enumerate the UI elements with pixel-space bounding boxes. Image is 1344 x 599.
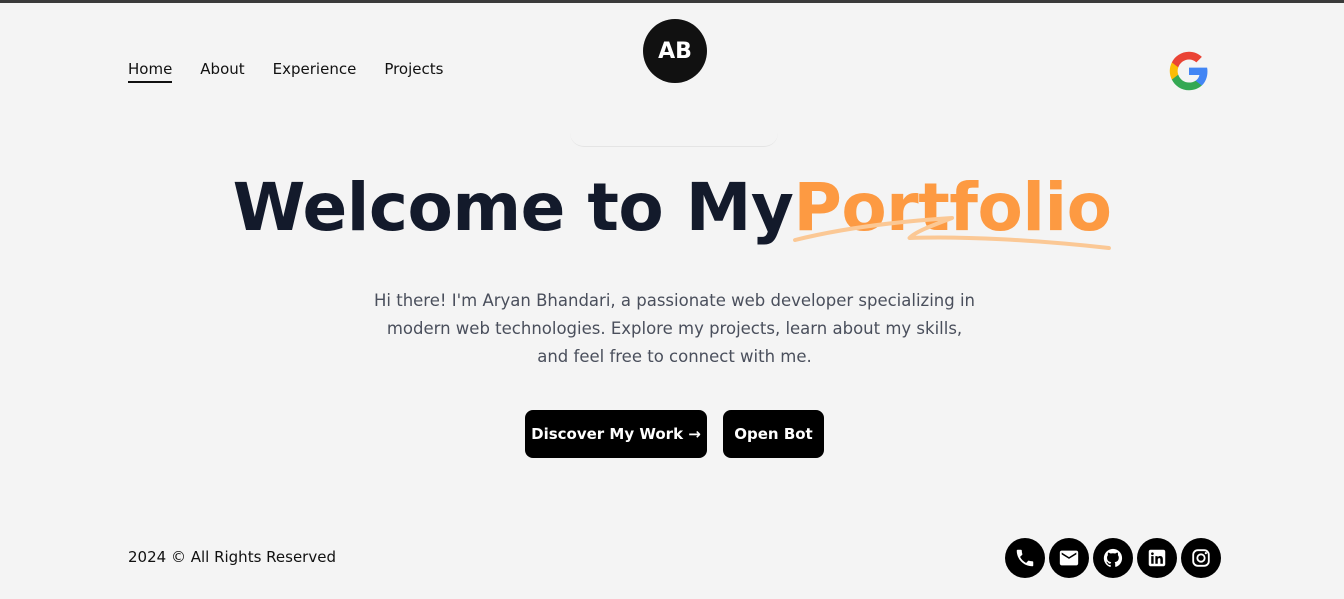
hero-title-main: Welcome to My <box>232 169 794 246</box>
hero-title-accent: Portfolio <box>793 168 1112 250</box>
copyright-text: 2024 © All Rights Reserved <box>128 548 336 566</box>
google-button[interactable] <box>1168 50 1210 92</box>
social-links <box>1005 538 1221 578</box>
phone-link[interactable] <box>1005 538 1045 578</box>
logo-initials: AB <box>658 38 692 64</box>
google-g-icon <box>1169 51 1208 91</box>
nav-about-link[interactable]: About <box>200 60 244 83</box>
email-link[interactable] <box>1049 538 1089 578</box>
site-logo[interactable]: AB <box>643 19 707 83</box>
github-link[interactable] <box>1093 538 1133 578</box>
instagram-link[interactable] <box>1181 538 1221 578</box>
nav-home-link[interactable]: Home <box>128 60 173 83</box>
open-bot-button[interactable]: Open Bot <box>723 410 824 458</box>
linkedin-link[interactable] <box>1137 538 1177 578</box>
github-icon <box>1103 548 1123 568</box>
top-border <box>0 0 1344 3</box>
main-nav: Home About Experience Projects <box>128 60 443 83</box>
discover-work-button[interactable]: Discover My Work → <box>525 410 707 458</box>
nav-experience-link[interactable]: Experience <box>273 60 357 83</box>
mail-icon <box>1059 550 1079 566</box>
hero-title: Welcome to MyPortfolio <box>0 168 1344 250</box>
instagram-icon <box>1192 549 1210 567</box>
linkedin-icon <box>1148 549 1166 567</box>
phone-icon <box>1016 549 1034 567</box>
hero-description: Hi there! I'm Aryan Bhandari, a passiona… <box>373 291 975 366</box>
pill-badge-edge <box>570 118 778 147</box>
nav-projects-link[interactable]: Projects <box>384 60 443 83</box>
underline-swoosh <box>793 216 1112 250</box>
